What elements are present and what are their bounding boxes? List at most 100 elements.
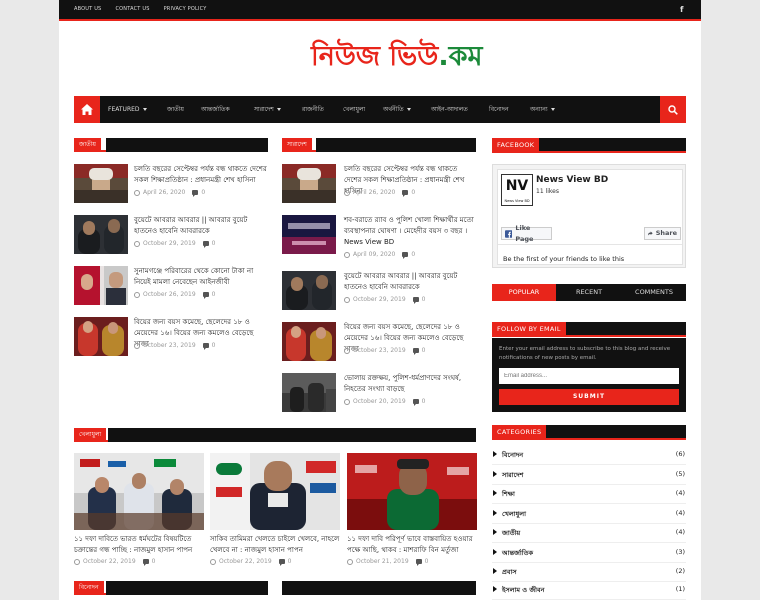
facebook-icon[interactable]: f <box>680 5 687 14</box>
caret-right-icon <box>493 529 497 535</box>
post-meta: October 22, 2019 0 <box>210 558 291 566</box>
email-input[interactable] <box>499 368 679 384</box>
post-title[interactable]: সুনামগঞ্জে পরিবারের থেকে কোনো টাকা না নি… <box>134 266 268 288</box>
post-title[interactable]: চলতি বছরের সেপ্টেম্বর পর্যন্ত বন্ধ থাকতে… <box>134 164 268 186</box>
like-page-button[interactable]: Like Page <box>501 224 552 243</box>
post-thumbnail[interactable] <box>282 271 336 310</box>
clock-icon <box>134 240 140 247</box>
fb-page-name[interactable]: News View BD <box>536 175 608 185</box>
chevron-down-icon <box>406 108 411 111</box>
caret-right-icon <box>493 510 497 516</box>
post-title[interactable]: সাকিব তামিমরা খেলতে চাইলে খেলবে, নাহলে খ… <box>210 534 340 556</box>
nav-item-sports[interactable]: খেলাধুলা <box>343 96 365 123</box>
fb-friends-text: Be the first of your friends to like thi… <box>503 255 625 263</box>
post-meta: October 29, 2019 0 <box>344 296 425 304</box>
list-item[interactable]: চলতি বছরের সেপ্টেম্বর পর্যন্ত বন্ধ থাকতে… <box>282 164 476 204</box>
sidebar-tabs: POPULAR RECENT COMMENTS <box>492 284 686 301</box>
post-title[interactable]: ১১ দফা দাবি পরিপূর্ণ ভাবে বাস্তবায়িত হও… <box>347 534 477 556</box>
home-button[interactable] <box>74 96 100 123</box>
post-thumbnail[interactable] <box>74 317 128 356</box>
category-item[interactable]: জাতীয় (4) <box>492 524 686 543</box>
tab-popular[interactable]: POPULAR <box>492 284 556 301</box>
post-meta: April 26, 2020 0 <box>134 189 205 197</box>
category-item[interactable]: প্রবাস (2) <box>492 563 686 582</box>
clock-icon <box>344 347 350 354</box>
post-thumbnail[interactable] <box>282 322 336 361</box>
caret-right-icon <box>493 568 497 574</box>
post-title[interactable]: ১১ দফা দাবিতে ভারত ধর্মঘটের বিষয়টিতে চক… <box>74 534 204 556</box>
post-title[interactable]: বুয়েটে আবরার আবরার || আবরার বুয়েট হাতন… <box>134 215 268 237</box>
nav-item-politics[interactable]: রাজনীতি <box>302 96 324 123</box>
contact-us-link[interactable]: CONTACT US <box>115 0 149 19</box>
countrywide-section-header: সারাদেশ <box>282 138 476 152</box>
list-item[interactable]: শব-বরাতে র‍্যাব ও পুলিশ খোলা শিক্ষার্থীর… <box>282 215 476 261</box>
category-item[interactable]: ইসলাম ও জীবন (1) <box>492 581 686 600</box>
share-button[interactable]: Share <box>644 227 681 240</box>
privacy-policy-link[interactable]: PRIVACY POLICY <box>164 0 207 19</box>
facebook-widget-title: FACEBOOK <box>492 138 540 153</box>
submit-button[interactable]: SUBMIT <box>499 389 679 405</box>
countrywide-section-title[interactable]: সারাদেশ <box>282 138 312 152</box>
entertainment-section-title[interactable]: বিনোদন <box>74 581 104 595</box>
top-bar: ABOUT US CONTACT US PRIVACY POLICY f <box>59 0 701 19</box>
category-item[interactable]: সারাদেশ (5) <box>492 466 686 485</box>
post-thumbnail[interactable] <box>347 453 477 530</box>
facebook-page-plugin: NV News View BD News View BD 11 likes Lik… <box>497 169 683 265</box>
category-item[interactable]: শিক্ষা (4) <box>492 485 686 504</box>
chevron-down-icon <box>142 108 147 111</box>
category-item[interactable]: বিনোদন (6) <box>492 446 686 465</box>
list-item[interactable]: বিয়ের জন্য বয়স কমেছে, ছেলেদের ১৮ ও মেয… <box>282 322 476 362</box>
list-item[interactable]: সুনামগঞ্জে পরিবারের থেকে কোনো টাকা না নি… <box>74 266 268 306</box>
nav-item-entertainment[interactable]: বিনোদন <box>489 96 509 123</box>
nav-item-others[interactable]: অন্যান্য <box>530 96 555 123</box>
nav-item-national[interactable]: জাতীয় <box>167 96 184 123</box>
comment-icon <box>412 348 419 355</box>
site-logo[interactable]: নিউজ ভিউ.কম <box>311 36 482 81</box>
list-item[interactable]: চলতি বছরের সেপ্টেম্বর পর্যন্ত বন্ধ থাকতে… <box>74 164 268 204</box>
post-title[interactable]: বুয়েটে আবরার আবরার || আবরার বুয়েট হাতন… <box>344 271 476 293</box>
facebook-widget: NV News View BD News View BD 11 likes Lik… <box>492 164 686 268</box>
category-item[interactable]: খেলাধুলা (4) <box>492 505 686 524</box>
comment-icon <box>412 399 419 406</box>
search-button[interactable] <box>660 96 686 123</box>
post-thumbnail[interactable] <box>74 266 128 305</box>
sports-section-title[interactable]: খেলাধুলা <box>74 428 107 442</box>
national-section-title[interactable]: জাতীয় <box>74 138 101 152</box>
post-meta: October 29, 2019 0 <box>134 240 215 248</box>
nav-item-countrywide[interactable]: সারাদেশ <box>254 96 281 123</box>
entertainment-section-header: বিনোদন <box>74 581 268 595</box>
post-thumbnail[interactable] <box>282 215 336 254</box>
tab-recent[interactable]: RECENT <box>557 284 621 301</box>
nav-item-featured[interactable]: FEATURED <box>108 96 147 123</box>
clock-icon <box>74 558 80 565</box>
comment-icon <box>415 559 422 566</box>
page-logo[interactable]: NV News View BD <box>501 174 533 206</box>
post-title[interactable]: ভোলায় রক্তক্ষয়, পুলিশ-ধর্মপ্রাণদের সংঘ… <box>344 373 476 395</box>
list-item[interactable]: বিয়ের জন্য বয়স কমেছে, ছেলেদের ১৮ ও মেয… <box>74 317 268 357</box>
nav-item-international[interactable]: আন্তর্জাতিক <box>201 96 230 123</box>
list-item[interactable]: বুয়েটে আবরার আবরার || আবরার বুয়েট হাতন… <box>74 215 268 255</box>
nav-item-law[interactable]: আইন-আদালত <box>431 96 468 123</box>
post-meta: April 09, 2020 0 <box>344 251 415 259</box>
tab-comments[interactable]: COMMENTS <box>622 284 686 301</box>
clock-icon <box>134 342 140 349</box>
post-thumbnail[interactable] <box>74 453 204 530</box>
about-us-link[interactable]: ABOUT US <box>74 0 101 19</box>
fb-likes: 11 likes <box>536 188 559 195</box>
share-icon <box>648 231 653 236</box>
clock-icon <box>344 251 350 258</box>
post-thumbnail[interactable] <box>282 164 336 203</box>
category-item[interactable]: আন্তর্জাতিক (3) <box>492 544 686 563</box>
list-item[interactable]: বুয়েটে আবরার আবরার || আবরার বুয়েট হাতন… <box>282 271 476 311</box>
caret-right-icon <box>493 471 497 477</box>
post-thumbnail[interactable] <box>282 373 336 412</box>
top-divider <box>59 19 701 21</box>
post-title[interactable]: শব-বরাতে র‍্যাব ও পুলিশ খোলা শিক্ষার্থীর… <box>344 215 476 248</box>
facebook-icon <box>505 229 513 238</box>
section-header <box>282 581 476 595</box>
post-thumbnail[interactable] <box>74 164 128 203</box>
post-thumbnail[interactable] <box>74 215 128 254</box>
list-item[interactable]: ভোলায় রক্তক্ষয়, পুলিশ-ধর্মপ্রাণদের সংঘ… <box>282 373 476 413</box>
post-thumbnail[interactable] <box>210 453 340 530</box>
nav-item-economy[interactable]: অর্থনীতি <box>383 96 411 123</box>
